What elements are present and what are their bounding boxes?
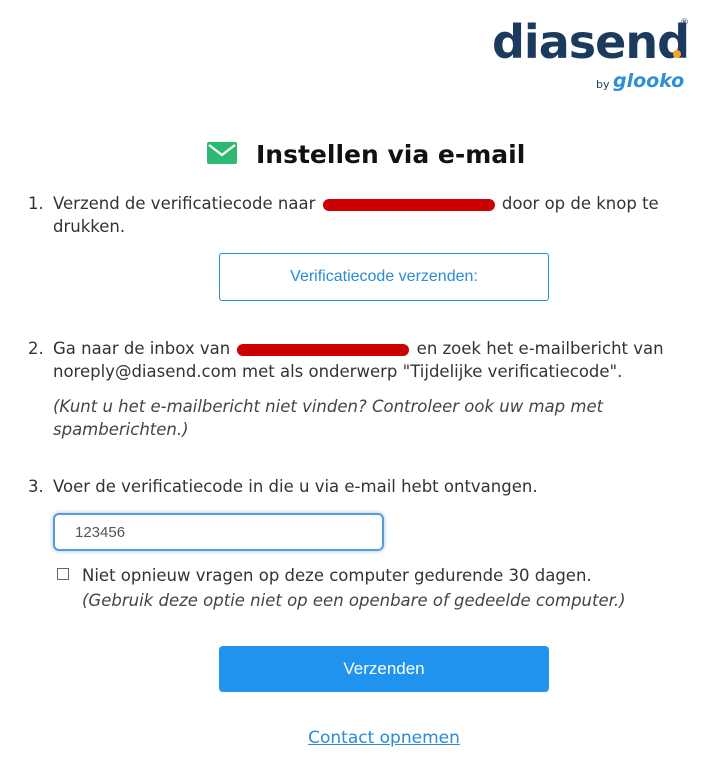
page-header: Instellen via e-mail: [0, 138, 715, 174]
redacted-email: [237, 343, 410, 356]
logo-registered-mark: ®: [680, 18, 689, 28]
step-1-number: 1.: [28, 194, 44, 213]
step-3-number: 3.: [28, 477, 44, 496]
step-2-number: 2.: [28, 339, 44, 358]
step-2-text: Ga naar de inbox van en zoek het e-mailb…: [53, 337, 703, 441]
send-code-button[interactable]: Verificatiecode verzenden:: [219, 253, 549, 301]
remember-device-checkbox[interactable]: [57, 568, 69, 580]
redacted-email: [322, 198, 495, 211]
step-2-text-before: Ga naar de inbox van: [53, 339, 231, 358]
contact-link[interactable]: Contact opnemen: [0, 728, 715, 748]
step-3-text: Voer de verificatiecode in die u via e-m…: [53, 477, 538, 496]
logo-dot: [673, 50, 681, 58]
verification-code-input[interactable]: [53, 513, 384, 551]
logo-wordmark: diasend: [492, 15, 690, 69]
logo-partner: glooko: [613, 70, 685, 92]
logo-by: by: [596, 78, 610, 91]
remember-device-note: (Gebruik deze optie niet op een openbare…: [82, 591, 626, 610]
step-1-text-before: Verzend de verificatiecode naar: [53, 194, 316, 213]
step-1-text: Verzend de verificatiecode naar door op …: [53, 192, 703, 238]
submit-button[interactable]: Verzenden: [219, 646, 549, 692]
page-title: Instellen via e-mail: [256, 140, 526, 169]
envelope-icon: [207, 142, 237, 164]
diasend-logo: diasend ® by glooko: [492, 14, 692, 94]
step-2-note: (Kunt u het e-mailbericht niet vinden? C…: [53, 397, 604, 439]
remember-device-label[interactable]: Niet opnieuw vragen op deze computer ged…: [82, 564, 592, 587]
